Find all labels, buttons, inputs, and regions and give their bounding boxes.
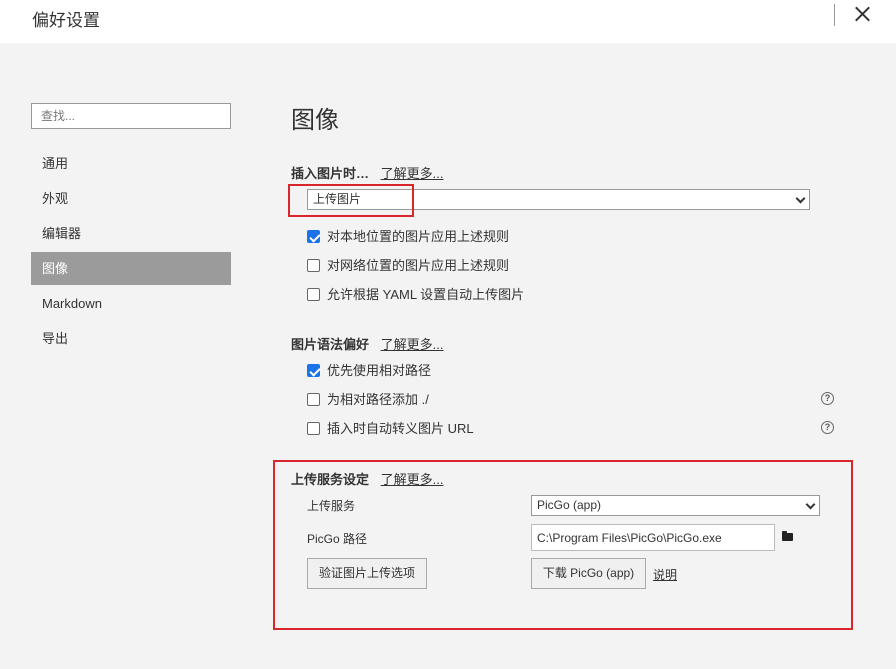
- option-escape-url-label: 插入时自动转义图片 URL: [327, 421, 474, 436]
- option-relative-path-label: 优先使用相对路径: [327, 363, 432, 378]
- checkbox-yaml-upload[interactable]: [307, 288, 320, 301]
- syntax-learn-more-link[interactable]: 了解更多...: [381, 337, 444, 352]
- picgo-path-label: PicGo 路径: [307, 532, 368, 546]
- insert-section-label: 插入图片时…: [291, 166, 370, 181]
- syntax-section-title: 图片语法偏好 了解更多...: [291, 334, 443, 353]
- help-circle-icon[interactable]: ?: [821, 392, 834, 405]
- insert-section-title: 插入图片时… 了解更多...: [291, 163, 443, 182]
- chevron-down-icon: [805, 499, 816, 510]
- upload-section-label: 上传服务设定: [291, 472, 370, 487]
- upload-section-title: 上传服务设定 了解更多...: [291, 469, 443, 488]
- sidebar-item-editor[interactable]: 编辑器: [31, 217, 231, 250]
- window-title: 偏好设置: [32, 11, 100, 30]
- option-network-images-label: 对网络位置的图片应用上述规则: [327, 258, 510, 273]
- help-link[interactable]: 说明: [653, 566, 677, 583]
- upload-service-label: 上传服务: [307, 499, 356, 513]
- download-picgo-button[interactable]: 下载 PicGo (app): [531, 558, 646, 589]
- sidebar-item-export[interactable]: 导出: [31, 322, 231, 355]
- upload-service-select[interactable]: PicGo (app): [531, 495, 820, 516]
- chevron-down-icon: [795, 193, 806, 204]
- insert-learn-more-link[interactable]: 了解更多...: [381, 166, 444, 181]
- option-yaml-upload-label: 允许根据 YAML 设置自动上传图片: [327, 287, 525, 302]
- folder-icon[interactable]: [782, 531, 793, 541]
- option-local-images-label: 对本地位置的图片应用上述规则: [327, 229, 510, 244]
- insert-action-value: 上传图片: [313, 192, 362, 206]
- verify-upload-button[interactable]: 验证图片上传选项: [307, 558, 427, 589]
- sidebar-nav: 通用 外观 编辑器 图像 Markdown 导出: [31, 147, 231, 357]
- help-circle-icon[interactable]: ?: [821, 421, 834, 434]
- option-dot-slash-label: 为相对路径添加 ./: [327, 392, 429, 407]
- page-title: 图像: [291, 107, 339, 134]
- picgo-path-input[interactable]: [531, 524, 775, 551]
- syntax-section-label: 图片语法偏好: [291, 337, 370, 352]
- upload-service-value: PicGo (app): [537, 498, 602, 512]
- sidebar-item-image[interactable]: 图像: [31, 252, 231, 285]
- title-bar: 偏好设置: [0, 0, 896, 43]
- sidebar-item-markdown[interactable]: Markdown: [31, 287, 231, 320]
- insert-action-select[interactable]: 上传图片: [307, 189, 810, 210]
- checkbox-network-images[interactable]: [307, 259, 320, 272]
- search-input[interactable]: [31, 103, 231, 129]
- close-icon[interactable]: [852, 2, 874, 26]
- checkbox-local-images[interactable]: [307, 230, 320, 243]
- title-separator: [834, 4, 835, 26]
- upload-learn-more-link[interactable]: 了解更多...: [381, 472, 444, 487]
- sidebar-item-appearance[interactable]: 外观: [31, 182, 231, 215]
- sidebar-item-general[interactable]: 通用: [31, 147, 231, 180]
- checkbox-relative-path[interactable]: [307, 364, 320, 377]
- checkbox-escape-url[interactable]: [307, 422, 320, 435]
- checkbox-dot-slash[interactable]: [307, 393, 320, 406]
